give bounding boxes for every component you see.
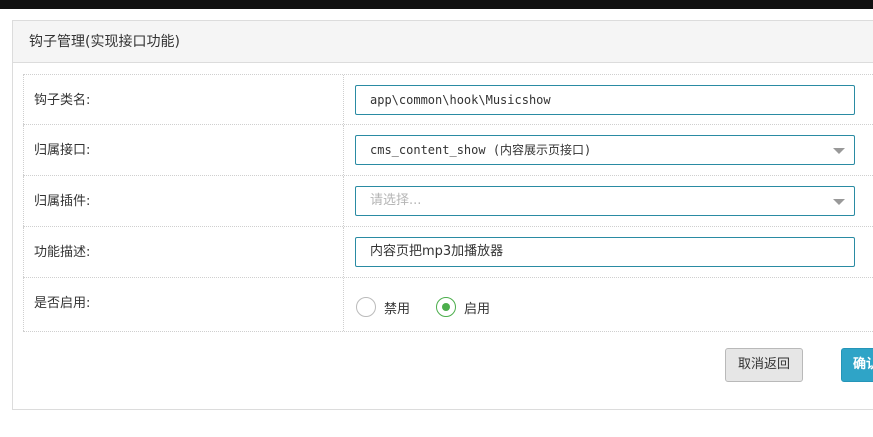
form-table: 钩子类名: app\common\hook\Musicshow 归属接口: cm… [23, 74, 873, 332]
form-row-plugin: 归属插件: 请选择... [23, 176, 873, 227]
form-row-description: 功能描述: 内容页把mp3加播放器 [23, 227, 873, 278]
plugin-select[interactable]: 请选择... [355, 186, 855, 216]
confirm-button[interactable]: 确认 [841, 348, 873, 382]
description-input[interactable]: 内容页把mp3加播放器 [355, 237, 855, 267]
enabled-radio-group: 禁用 启用 [356, 297, 516, 317]
form-row-enabled: 是否启用: 禁用 启用 [23, 278, 873, 332]
top-bar [0, 0, 873, 9]
radio-enable-label: 启用 [464, 301, 491, 317]
chevron-down-icon [833, 199, 845, 205]
form-row-interface: 归属接口: cms_content_show (内容展示页接口) [23, 125, 873, 176]
interface-select[interactable]: cms_content_show (内容展示页接口) [355, 135, 855, 165]
plugin-select-placeholder: 请选择... [370, 193, 422, 208]
radio-disable-label: 禁用 [384, 301, 411, 317]
radio-checked-icon[interactable] [436, 297, 457, 317]
panel-title: 钩子管理(实现接口功能) [13, 21, 873, 63]
chevron-down-icon [833, 148, 845, 154]
radio-circle-icon[interactable] [356, 297, 376, 317]
radio-enable[interactable]: 启用 [436, 297, 490, 317]
enabled-label: 是否启用: [23, 278, 344, 331]
plugin-label: 归属插件: [23, 176, 344, 226]
cancel-button[interactable]: 取消返回 [725, 348, 803, 382]
interface-label: 归属接口: [23, 125, 344, 175]
hook-name-input[interactable]: app\common\hook\Musicshow [355, 85, 855, 115]
hook-name-label: 钩子类名: [23, 75, 344, 124]
radio-disable[interactable]: 禁用 [356, 297, 410, 317]
description-label: 功能描述: [23, 227, 344, 277]
form-row-hook-name: 钩子类名: app\common\hook\Musicshow [23, 74, 873, 125]
interface-select-value: cms_content_show (内容展示页接口) [370, 143, 592, 157]
